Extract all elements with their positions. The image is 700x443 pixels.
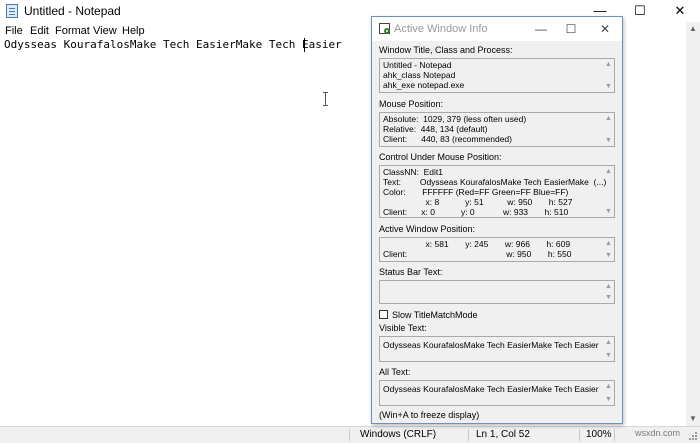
scroll-up-icon[interactable]: ▲	[603, 381, 614, 392]
box-scrollbar[interactable]: ▲ ▼	[603, 381, 614, 405]
visible-text-box[interactable]: Odysseas KourafalosMake Tech EasierMake …	[379, 336, 615, 362]
resize-grip-icon[interactable]	[688, 431, 698, 441]
scroll-up-icon[interactable]: ▲	[603, 238, 614, 249]
window-title-label: Window Title, Class and Process:	[379, 45, 513, 55]
control-under-mouse-label: Control Under Mouse Position:	[379, 152, 502, 162]
text-caret	[304, 38, 305, 52]
control-classnn-line: ClassNN: Edit1	[383, 167, 443, 177]
awi-title-bar[interactable]: Active Window Info — ☐ ✕	[372, 17, 622, 41]
control-position-line: x: 8 y: 51 w: 950 h: 527	[383, 197, 573, 207]
status-line-endings: Windows (CRLF)	[360, 429, 437, 440]
box-scrollbar[interactable]: ▲ ▼	[603, 238, 614, 261]
visible-text-label: Visible Text:	[379, 323, 427, 333]
status-bar: Windows (CRLF) Ln 1, Col 52 100%	[0, 426, 700, 443]
window-exe-line: ahk_exe notepad.exe	[383, 80, 465, 90]
visible-text-value: Odysseas KourafalosMake Tech EasierMake …	[383, 340, 599, 350]
box-scrollbar[interactable]: ▲ ▼	[603, 281, 614, 303]
notepad-icon	[6, 4, 18, 18]
vertical-scrollbar[interactable]: ▲ ▼	[686, 22, 700, 426]
status-separator	[614, 429, 615, 441]
mouse-position-label: Mouse Position:	[379, 99, 444, 109]
active-window-info-window: Active Window Info — ☐ ✕ Window Title, C…	[371, 16, 623, 424]
notepad-window-title: Untitled - Notepad	[24, 4, 121, 18]
window-client-line: Client: w: 950 h: 550	[383, 249, 572, 259]
box-scrollbar[interactable]: ▲ ▼	[603, 113, 614, 146]
freeze-hint-text: (Win+A to freeze display)	[379, 410, 480, 420]
window-title-box[interactable]: Untitled - Notepad ahk_class Notepad ahk…	[379, 58, 615, 93]
awi-close-button[interactable]: ✕	[590, 17, 620, 41]
status-zoom: 100%	[586, 429, 612, 440]
scroll-down-icon[interactable]: ▼	[686, 412, 700, 426]
status-separator	[579, 429, 580, 441]
maximize-button[interactable]: ☐	[620, 0, 660, 22]
window-position-line: x: 581 y: 245 w: 966 h: 609	[383, 239, 571, 249]
scroll-down-icon[interactable]: ▼	[603, 135, 614, 146]
scroll-down-icon[interactable]: ▼	[603, 81, 614, 92]
active-window-position-label: Active Window Position:	[379, 224, 476, 234]
all-text-box[interactable]: Odysseas KourafalosMake Tech EasierMake …	[379, 380, 615, 406]
close-button[interactable]: ✕	[660, 0, 700, 22]
awi-window-title: Active Window Info	[394, 23, 488, 35]
scroll-up-icon[interactable]: ▲	[603, 59, 614, 70]
status-separator	[349, 429, 350, 441]
scroll-up-icon[interactable]: ▲	[603, 281, 614, 292]
control-text-line: Text: Odysseas KourafalosMake Tech Easie…	[383, 177, 607, 187]
box-scrollbar[interactable]: ▲ ▼	[603, 166, 614, 217]
window-class-line: ahk_class Notepad	[383, 70, 456, 80]
mouse-relative-line: Relative: 448, 134 (default)	[383, 124, 488, 134]
control-under-mouse-box[interactable]: ClassNN: Edit1 Text: Odysseas Kourafalos…	[379, 165, 615, 218]
active-window-position-box[interactable]: x: 581 y: 245 w: 966 h: 609 Client: w: 9…	[379, 237, 615, 262]
watermark: wsxdn.com	[635, 428, 681, 438]
window-title-line: Untitled - Notepad	[383, 60, 452, 70]
control-color-line: Color: FFFFFF (Red=FF Green=FF Blue=FF)	[383, 187, 569, 197]
all-text-label: All Text:	[379, 367, 411, 377]
slow-titlematchmode-checkbox[interactable]	[379, 310, 388, 319]
scroll-up-icon[interactable]: ▲	[603, 166, 614, 177]
slow-titlematchmode-label: Slow TitleMatchMode	[392, 310, 478, 320]
box-scrollbar[interactable]: ▲ ▼	[603, 337, 614, 361]
status-bar-text-box[interactable]: ▲ ▼	[379, 280, 615, 304]
ibeam-cursor-icon	[323, 92, 329, 106]
scroll-down-icon[interactable]: ▼	[603, 350, 614, 361]
control-client-line: Client: x: 0 y: 0 w: 933 h: 510	[383, 207, 569, 217]
all-text-value: Odysseas KourafalosMake Tech EasierMake …	[383, 384, 599, 394]
box-scrollbar[interactable]: ▲ ▼	[603, 59, 614, 92]
awi-minimize-button[interactable]: —	[526, 17, 556, 41]
scroll-up-icon[interactable]: ▲	[686, 22, 700, 36]
scroll-up-icon[interactable]: ▲	[603, 113, 614, 124]
window-spy-icon	[379, 23, 390, 34]
scroll-down-icon[interactable]: ▼	[603, 292, 614, 303]
scroll-up-icon[interactable]: ▲	[603, 337, 614, 348]
status-bar-text-label: Status Bar Text:	[379, 267, 443, 277]
awi-maximize-button[interactable]: ☐	[556, 17, 586, 41]
status-separator	[468, 429, 469, 441]
scroll-down-icon[interactable]: ▼	[603, 394, 614, 405]
mouse-position-box[interactable]: Absolute: 1029, 379 (less often used) Re…	[379, 112, 615, 147]
mouse-absolute-line: Absolute: 1029, 379 (less often used)	[383, 114, 527, 124]
scroll-down-icon[interactable]: ▼	[603, 250, 614, 261]
document-text: Odysseas KourafalosMake Tech EasierMake …	[4, 38, 342, 51]
mouse-client-line: Client: 440, 83 (recommended)	[383, 134, 512, 144]
scroll-down-icon[interactable]: ▼	[603, 206, 614, 217]
status-cursor-position: Ln 1, Col 52	[476, 429, 530, 440]
